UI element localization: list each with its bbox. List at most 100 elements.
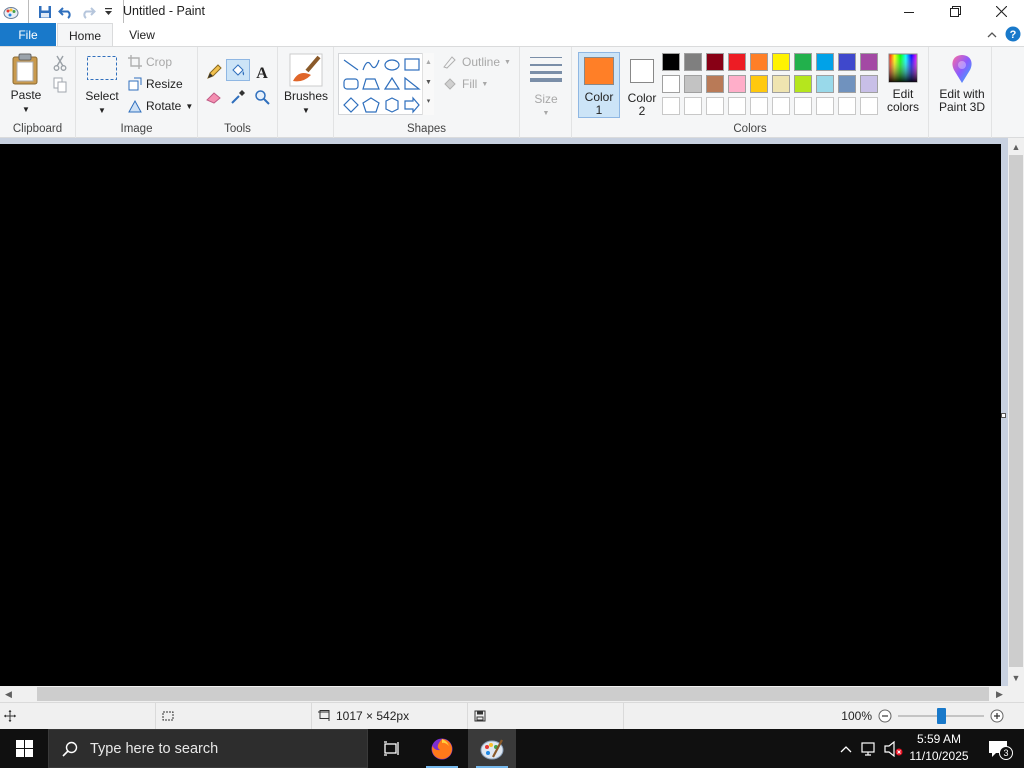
palette-swatch-empty[interactable] bbox=[706, 97, 724, 115]
restore-button[interactable] bbox=[932, 0, 978, 23]
shapes-gallery-scroll[interactable]: ▲ ▼ ▾ bbox=[422, 53, 434, 115]
palette-swatch[interactable] bbox=[684, 75, 702, 93]
palette-swatch-empty[interactable] bbox=[684, 97, 702, 115]
zoom-out-icon[interactable] bbox=[876, 707, 894, 725]
status-empty-segment bbox=[624, 703, 824, 729]
scroll-down-arrow-icon[interactable]: ▼ bbox=[1008, 669, 1024, 686]
paint-app-icon[interactable] bbox=[0, 0, 22, 23]
vertical-scrollbar[interactable]: ▲ ▼ bbox=[1008, 138, 1024, 686]
tab-home[interactable]: Home bbox=[57, 23, 113, 47]
colors-group-label: Colors bbox=[733, 123, 767, 135]
pencil-icon[interactable] bbox=[204, 62, 224, 82]
select-button[interactable]: Select ▼ bbox=[82, 55, 122, 117]
horizontal-scroll-thumb[interactable] bbox=[37, 687, 989, 701]
tab-view[interactable]: View bbox=[114, 23, 170, 46]
palette-swatch-empty[interactable] bbox=[838, 97, 856, 115]
help-icon[interactable]: ? bbox=[1004, 25, 1022, 43]
network-button[interactable] bbox=[858, 729, 882, 768]
color-1-button[interactable]: Color 1 bbox=[578, 52, 620, 118]
scroll-up-arrow-icon[interactable]: ▲ bbox=[1008, 138, 1024, 155]
zoom-slider[interactable] bbox=[898, 707, 984, 725]
text-tool-icon[interactable]: A bbox=[252, 62, 272, 82]
outline-button[interactable]: Outline ▼ bbox=[442, 55, 511, 69]
palette-swatch[interactable] bbox=[816, 53, 834, 71]
redo-icon[interactable] bbox=[77, 0, 99, 23]
palette-swatch[interactable] bbox=[662, 53, 680, 71]
palette-swatch-empty[interactable] bbox=[772, 97, 790, 115]
shapes-gallery bbox=[338, 53, 434, 115]
scroll-left-arrow-icon[interactable]: ◀ bbox=[0, 686, 17, 702]
palette-swatch[interactable] bbox=[684, 53, 702, 71]
chevron-up-icon bbox=[840, 745, 852, 753]
fill-bucket-icon[interactable] bbox=[226, 59, 250, 81]
action-center-button[interactable]: 3 bbox=[978, 729, 1018, 768]
eraser-icon[interactable] bbox=[204, 87, 224, 107]
save-icon[interactable] bbox=[35, 0, 55, 23]
paste-button[interactable]: Paste ▼ bbox=[5, 53, 47, 116]
palette-swatch-empty[interactable] bbox=[662, 97, 680, 115]
customize-qat-icon[interactable] bbox=[99, 0, 117, 23]
vertical-scroll-thumb[interactable] bbox=[1009, 155, 1023, 667]
palette-swatch[interactable] bbox=[728, 75, 746, 93]
brushes-button[interactable]: Brushes ▼ bbox=[282, 53, 330, 117]
palette-swatch[interactable] bbox=[750, 75, 768, 93]
minimize-ribbon-icon[interactable] bbox=[984, 26, 1000, 42]
palette-swatch[interactable] bbox=[750, 53, 768, 71]
crop-icon bbox=[128, 55, 142, 69]
task-view-button[interactable] bbox=[368, 729, 416, 768]
zoom-slider-thumb[interactable] bbox=[936, 708, 946, 724]
cut-icon[interactable] bbox=[51, 54, 69, 72]
palette-swatch[interactable] bbox=[860, 75, 878, 93]
zoom-in-icon[interactable] bbox=[988, 707, 1006, 725]
shapes-gallery-icons[interactable] bbox=[339, 54, 435, 116]
palette-swatch[interactable] bbox=[794, 75, 812, 93]
chevron-down-icon: ▼ bbox=[481, 80, 489, 88]
palette-swatch-empty[interactable] bbox=[860, 97, 878, 115]
palette-swatch-empty[interactable] bbox=[794, 97, 812, 115]
palette-swatch[interactable] bbox=[662, 75, 680, 93]
color-2-button[interactable]: Color 2 bbox=[622, 52, 662, 118]
palette-swatch[interactable] bbox=[772, 53, 790, 71]
taskbar-search-box[interactable]: Type here to search bbox=[48, 729, 368, 768]
show-hidden-icons-button[interactable] bbox=[836, 729, 856, 768]
resize-button[interactable]: Resize bbox=[128, 77, 183, 91]
palette-swatch[interactable] bbox=[728, 53, 746, 71]
undo-icon[interactable] bbox=[55, 0, 77, 23]
copy-icon[interactable] bbox=[51, 76, 69, 94]
minimize-button[interactable] bbox=[886, 0, 932, 23]
palette-swatch[interactable] bbox=[706, 53, 724, 71]
paint3d-group: Edit with Paint 3D bbox=[928, 47, 992, 138]
volume-button[interactable] bbox=[882, 729, 906, 768]
color-picker-icon[interactable] bbox=[228, 87, 248, 107]
taskbar-firefox[interactable] bbox=[418, 729, 466, 768]
drawing-canvas[interactable] bbox=[0, 144, 1001, 686]
magnifier-icon[interactable] bbox=[252, 87, 272, 107]
close-button[interactable] bbox=[978, 0, 1024, 23]
edit-with-paint3d-button[interactable]: Edit with Paint 3D bbox=[935, 53, 989, 114]
rotate-button[interactable]: Rotate ▼ bbox=[128, 99, 193, 113]
taskbar-paint[interactable] bbox=[468, 729, 516, 768]
select-label: Select bbox=[85, 89, 119, 103]
palette-swatch[interactable] bbox=[860, 53, 878, 71]
palette-swatch-empty[interactable] bbox=[728, 97, 746, 115]
crop-button[interactable]: Crop bbox=[128, 55, 172, 69]
canvas-size-icon bbox=[317, 710, 331, 722]
tab-file[interactable]: File bbox=[0, 23, 56, 46]
palette-swatch[interactable] bbox=[816, 75, 834, 93]
taskbar-clock[interactable]: 5:59 AM 11/10/2025 bbox=[904, 731, 974, 765]
palette-swatch-empty[interactable] bbox=[816, 97, 834, 115]
start-button[interactable] bbox=[0, 729, 48, 768]
fill-button[interactable]: Fill ▼ bbox=[442, 77, 488, 91]
palette-swatch[interactable] bbox=[838, 53, 856, 71]
edit-colors-button[interactable]: Edit colors bbox=[882, 53, 924, 114]
canvas-resize-handle-right[interactable] bbox=[1001, 413, 1006, 418]
size-button[interactable]: Size ▼ bbox=[526, 55, 566, 120]
palette-swatch[interactable] bbox=[838, 75, 856, 93]
palette-swatch[interactable] bbox=[706, 75, 724, 93]
palette-swatch[interactable] bbox=[772, 75, 790, 93]
horizontal-scrollbar[interactable]: ◀ ▶ bbox=[0, 686, 1008, 702]
palette-swatch[interactable] bbox=[794, 53, 812, 71]
quick-access-toolbar bbox=[0, 0, 130, 23]
scroll-right-arrow-icon[interactable]: ▶ bbox=[991, 686, 1008, 702]
palette-swatch-empty[interactable] bbox=[750, 97, 768, 115]
